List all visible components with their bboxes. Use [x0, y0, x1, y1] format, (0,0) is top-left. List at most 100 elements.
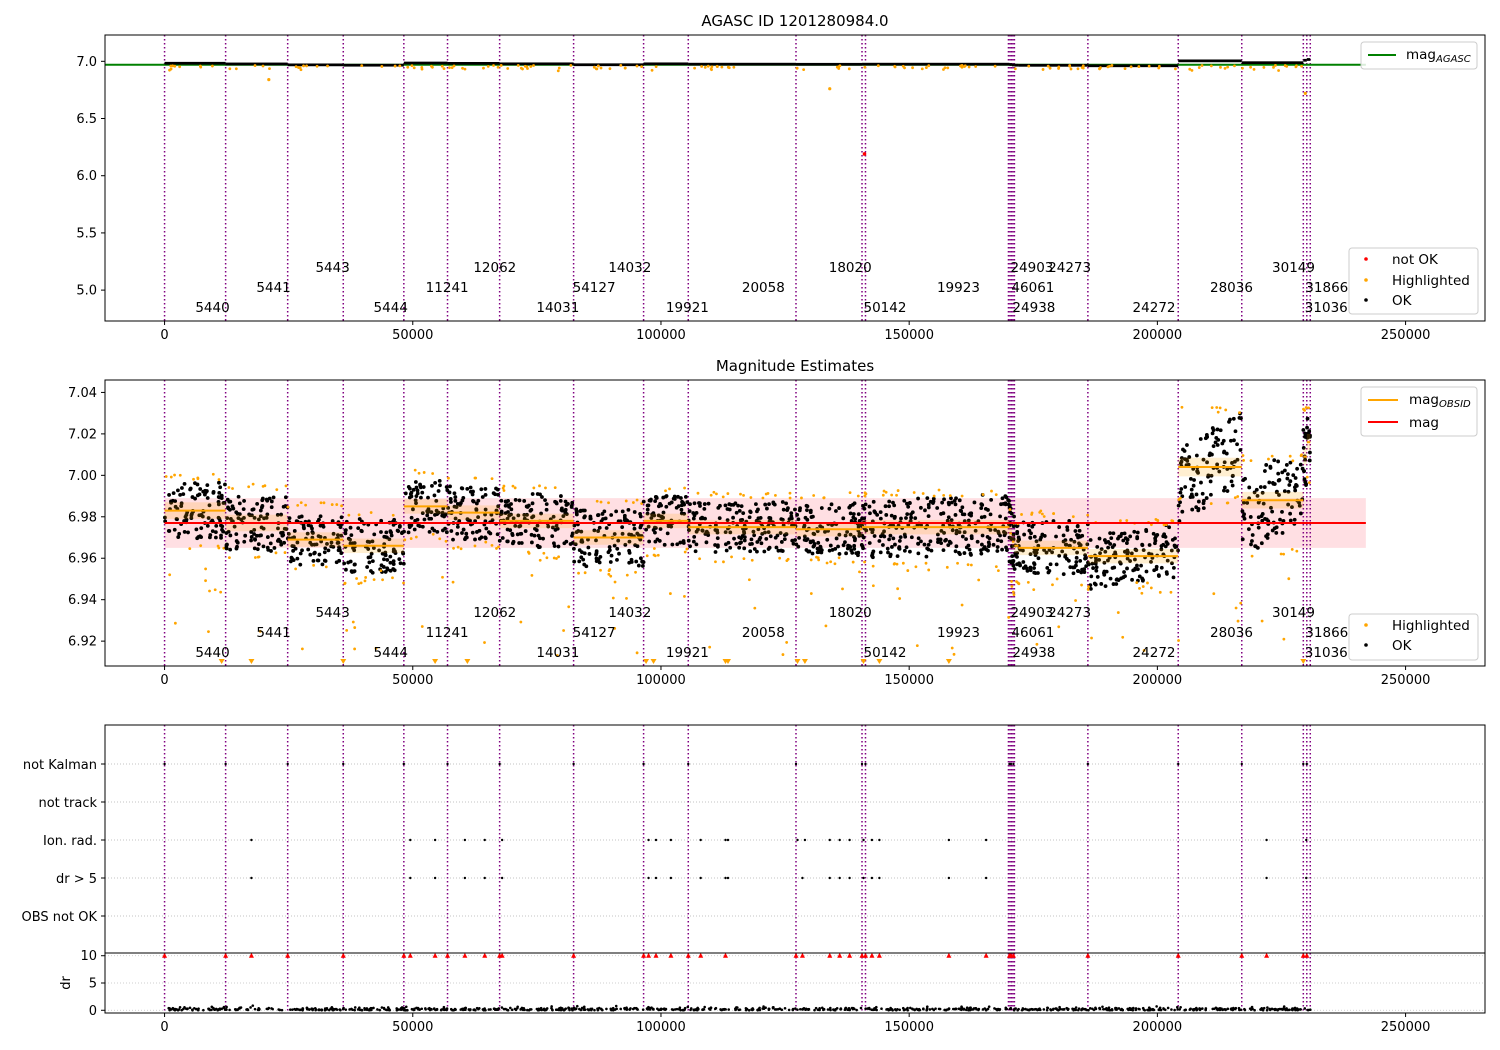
- ok-point: [213, 535, 218, 540]
- highlighted-point: [228, 67, 232, 71]
- ok-point: [878, 534, 883, 539]
- ok-point: [943, 538, 947, 543]
- ok-point: [176, 535, 181, 539]
- flag-point: [409, 876, 412, 880]
- ok-point: [167, 493, 171, 497]
- ok-point: [1077, 528, 1082, 533]
- ok-point: [808, 508, 813, 513]
- highlighted-point: [761, 496, 765, 500]
- ok-point: [422, 517, 427, 522]
- highlighted-point: [351, 620, 355, 624]
- dr-point: [1155, 1005, 1158, 1008]
- ok-point: [1255, 545, 1260, 550]
- dr-point: [1189, 1007, 1192, 1011]
- highlighted-point: [800, 496, 803, 500]
- ok-point: [940, 500, 945, 505]
- ok-point: [395, 528, 400, 533]
- flag-point: [500, 838, 504, 842]
- highlighted-point: [945, 565, 949, 569]
- dr-point: [464, 1008, 467, 1012]
- ok-point: [1233, 429, 1238, 434]
- dr-point: [682, 1008, 685, 1012]
- highlighted-point: [742, 493, 745, 497]
- highlighted-point: [1010, 580, 1013, 583]
- ok-point: [403, 491, 408, 496]
- dr-point: [482, 1008, 486, 1011]
- ok-point: [392, 517, 397, 522]
- dr-point: [1233, 1007, 1237, 1011]
- ok-point: [491, 491, 496, 496]
- ok-point: [468, 485, 473, 490]
- highlighted-point: [525, 65, 529, 69]
- highlighted-point: [816, 556, 820, 560]
- obsid-label: 5441: [256, 625, 290, 641]
- ok-point: [1125, 566, 1129, 571]
- ok-point: [349, 569, 354, 574]
- x-tick-label: 50000: [392, 1020, 433, 1035]
- ok-point: [1194, 492, 1199, 497]
- highlighted-point: [1294, 64, 1298, 68]
- ok-point: [525, 505, 530, 509]
- ok-point: [991, 542, 996, 547]
- dr-point: [188, 1006, 192, 1010]
- ok-point: [1201, 498, 1206, 503]
- ok-point: [452, 491, 457, 496]
- highlighted-point: [1288, 454, 1292, 458]
- highlighted-point: [204, 579, 207, 583]
- ok-point: [311, 558, 316, 563]
- dr-point: [218, 1008, 222, 1011]
- dr-point: [1265, 1008, 1269, 1012]
- ok-point: [461, 527, 466, 532]
- ok-point: [465, 486, 470, 491]
- highlighted-point: [542, 551, 546, 555]
- ok-point: [999, 539, 1004, 544]
- highlighted-point: [781, 653, 785, 656]
- highlighted-point: [683, 550, 687, 554]
- flag-point: [433, 838, 437, 842]
- highlighted-point: [714, 560, 717, 564]
- dr-point: [757, 1007, 761, 1011]
- highlighted-point: [406, 65, 410, 69]
- highlighted-point: [1011, 590, 1015, 594]
- ok-point: [1225, 489, 1230, 493]
- ok-point: [487, 530, 491, 535]
- ok-point: [1201, 506, 1206, 511]
- highlighted-point: [305, 64, 308, 68]
- ok-point: [861, 546, 866, 551]
- ok-point: [767, 516, 772, 520]
- x-tick-label: 200000: [1133, 328, 1183, 343]
- obsid-label: 5440: [195, 645, 229, 661]
- ok-point: [853, 517, 858, 521]
- highlighted-point: [802, 68, 806, 72]
- dr-point: [850, 1006, 854, 1010]
- highlighted-point: [1030, 511, 1034, 515]
- highlighted-point: [1267, 457, 1270, 461]
- highlighted-point: [851, 560, 855, 564]
- dr-point: [1147, 1006, 1151, 1009]
- dr-point: [801, 1008, 804, 1011]
- ok-point: [1135, 530, 1140, 535]
- ok-points-band: [1011, 63, 1015, 67]
- ok-point: [167, 529, 172, 533]
- dr-point: [651, 1007, 655, 1011]
- ok-point: [1030, 524, 1035, 529]
- highlighted-point: [431, 65, 434, 69]
- legend-not-ok-marker: [1364, 257, 1368, 261]
- highlighted-point: [1141, 585, 1145, 588]
- dr-point: [1281, 1008, 1284, 1011]
- ok-point: [953, 513, 958, 517]
- ok-point: [194, 527, 199, 532]
- flag-point: [342, 762, 345, 766]
- ok-point: [202, 492, 207, 497]
- ok-point: [510, 541, 515, 546]
- ok-point: [1005, 548, 1009, 553]
- ok-point: [827, 506, 832, 511]
- dr-point: [493, 1007, 497, 1011]
- obsid-label: 30149: [1272, 260, 1315, 276]
- ok-point: [1241, 514, 1246, 519]
- highlighted-point: [1209, 502, 1213, 505]
- ok-point: [504, 500, 509, 504]
- ok-point: [609, 553, 614, 558]
- obsid-label: 24273: [1048, 605, 1091, 621]
- ok-point: [447, 490, 452, 495]
